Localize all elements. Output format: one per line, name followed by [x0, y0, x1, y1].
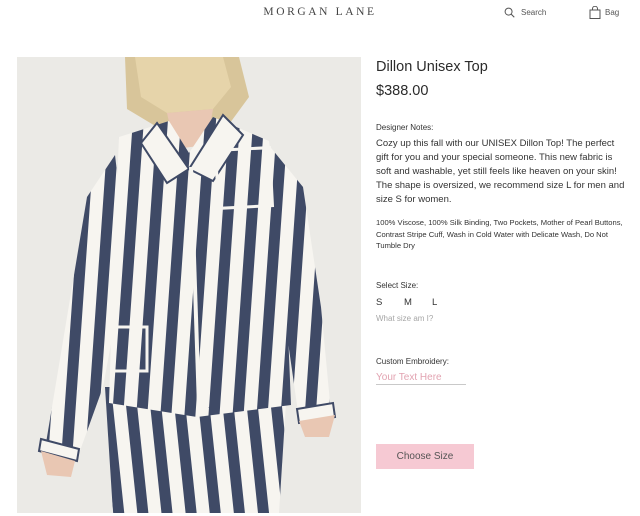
- size-options: S M L: [376, 297, 628, 308]
- choose-size-button[interactable]: Choose Size: [376, 444, 474, 469]
- search-label: Search: [521, 8, 547, 17]
- striped-pajama-illustration: [17, 57, 361, 513]
- product-photo: [17, 57, 361, 513]
- embroidery-input[interactable]: [376, 369, 466, 385]
- designer-notes-label: Designer Notes:: [376, 123, 434, 132]
- bag-label: Bag: [605, 8, 620, 17]
- size-option-s[interactable]: S: [376, 297, 404, 308]
- bag-icon: [589, 6, 601, 19]
- materials-text: 100% Viscose, 100% Silk Binding, Two Poc…: [376, 218, 623, 250]
- search-icon: [504, 7, 515, 18]
- size-option-m[interactable]: M: [404, 297, 432, 308]
- product-price: $388.00: [376, 83, 429, 99]
- product-title: Dillon Unisex Top: [376, 59, 488, 75]
- designer-notes-text: Cozy up this fall with our UNISEX Dillon…: [376, 138, 625, 205]
- size-guide-link[interactable]: What size am I?: [376, 314, 628, 323]
- product-details: Dillon Unisex Top $388.00 Designer Notes…: [376, 57, 628, 385]
- size-option-l[interactable]: L: [432, 297, 460, 308]
- product-page: MORGAN LANE Search Bag Dillon Unisex Top…: [0, 0, 640, 516]
- custom-embroidery-label: Custom Embroidery:: [376, 356, 449, 366]
- bag-button[interactable]: Bag: [589, 6, 619, 19]
- select-size-label: Select Size:: [376, 280, 419, 290]
- search-button[interactable]: Search: [504, 7, 546, 18]
